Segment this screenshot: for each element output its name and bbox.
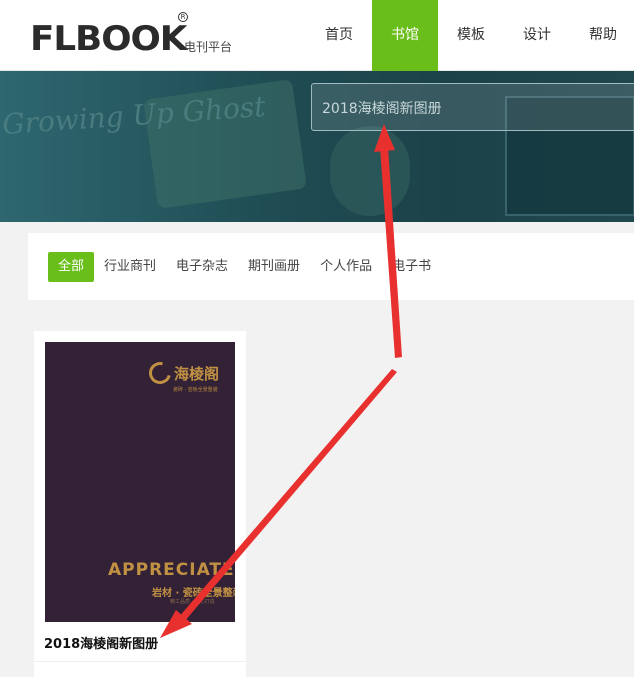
- page: FLBOOK R 电刊平台 首页 书馆 模板 设计 帮助 Growing Up …: [0, 0, 634, 677]
- book-card[interactable]: 海棱阁 瓷砖 · 岩板全景整装 APPRECIATE 岩材 · 瓷砖全景整装 精…: [34, 331, 246, 677]
- filter-all[interactable]: 全部: [48, 252, 95, 282]
- cover-brand: 海棱阁: [144, 357, 220, 389]
- filter-periodical[interactable]: 期刊画册: [248, 252, 300, 282]
- category-chips: 全部 行业商刊 电子杂志 期刊画册 个人作品 电子书: [48, 252, 451, 282]
- cover-headline: APPRECIATE: [108, 560, 235, 580]
- brand-logo-icon: [144, 357, 176, 389]
- logo-subtitle: 电刊平台: [184, 40, 233, 54]
- cover-brand-name: 海棱阁: [174, 364, 220, 383]
- nav-templates[interactable]: 模板: [438, 0, 504, 71]
- nav-home[interactable]: 首页: [306, 0, 372, 71]
- card-divider: [34, 661, 246, 662]
- filter-emagazine[interactable]: 电子杂志: [176, 252, 228, 282]
- filter-industry[interactable]: 行业商刊: [104, 252, 156, 282]
- filter-personal[interactable]: 个人作品: [320, 252, 372, 282]
- nav-library[interactable]: 书馆: [372, 0, 438, 71]
- registered-mark-icon: R: [178, 12, 188, 22]
- book-title[interactable]: 2018海棱阁新图册: [44, 633, 158, 652]
- nav-design[interactable]: 设计: [504, 0, 570, 71]
- top-header: FLBOOK R 电刊平台 首页 书馆 模板 设计 帮助: [0, 0, 634, 71]
- filter-ebook[interactable]: 电子书: [392, 252, 431, 282]
- banner-decor-image: [330, 126, 410, 216]
- category-filter-bar: 全部 行业商刊 电子杂志 期刊画册 个人作品 电子书: [28, 233, 634, 300]
- book-cover[interactable]: 海棱阁 瓷砖 · 岩板全景整装 APPRECIATE 岩材 · 瓷砖全景整装 精…: [45, 342, 235, 622]
- logo-wordmark: FLBOOK: [30, 19, 187, 59]
- flbook-logo[interactable]: FLBOOK: [30, 12, 187, 56]
- cover-fineprint: 精工品质 · 匠心打造: [170, 599, 215, 605]
- search-input-value: 2018海棱阁新图册: [322, 101, 442, 117]
- cover-brand-sub: 瓷砖 · 岩板全景整装: [173, 387, 218, 393]
- nav-help[interactable]: 帮助: [570, 0, 634, 71]
- main-nav: 首页 书馆 模板 设计 帮助: [306, 0, 634, 71]
- search-input[interactable]: 2018海棱阁新图册: [311, 83, 634, 131]
- cover-subline: 岩材 · 瓷砖全景整装: [152, 588, 235, 599]
